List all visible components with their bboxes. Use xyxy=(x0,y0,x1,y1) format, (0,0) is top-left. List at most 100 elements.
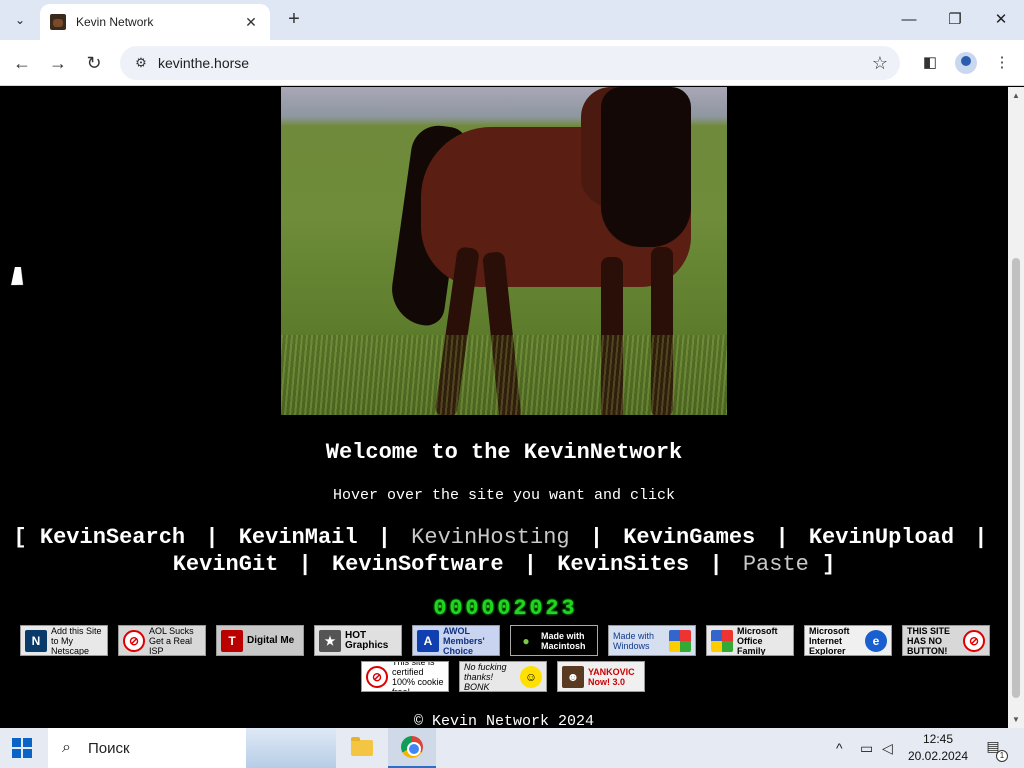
counter-digit: 2 xyxy=(513,596,527,621)
badge-digital-me[interactable]: T Digital Me xyxy=(216,625,304,656)
search-icon: ⌕ xyxy=(62,739,71,756)
network-icon[interactable]: ▭ xyxy=(860,728,873,768)
scroll-up-arrow-icon[interactable]: ▲ xyxy=(1012,91,1020,100)
tab-title: Kevin Network xyxy=(76,15,154,29)
horse-photo xyxy=(281,87,727,415)
tab-search-chevron-icon[interactable]: ⌄ xyxy=(8,8,32,32)
visitor-counter: 000002023 xyxy=(432,598,576,620)
tab-close-icon[interactable]: ✕ xyxy=(242,14,260,31)
hover-instruction: Hover over the site you want and click xyxy=(332,487,676,504)
badge-made-with-windows[interactable]: Made with Windows xyxy=(608,625,696,656)
search-highlight-image xyxy=(246,728,336,768)
apple-icon: ● xyxy=(515,629,537,652)
horse-favicon-icon xyxy=(50,14,66,30)
counter-digit: 0 xyxy=(481,596,495,621)
counter-digit: 0 xyxy=(433,596,447,621)
link-paste[interactable]: Paste xyxy=(743,552,809,577)
chrome-icon xyxy=(401,736,423,758)
badge-no-thanks[interactable]: No fucking thanks! BONK ☺ xyxy=(459,661,547,692)
windows-start-icon[interactable] xyxy=(12,738,32,758)
browser-toolbar: ← → ↻ ⚙ kevinthe.horse ☆ ◧ ⋮ xyxy=(0,40,1024,86)
badge-cookie-free[interactable]: ⊘ This site is certified 100% cookie fre… xyxy=(361,661,449,692)
counter-digit: 0 xyxy=(497,596,511,621)
page-scrollbar[interactable]: ▲ ▼ xyxy=(1008,87,1024,728)
clock-time: 12:45 xyxy=(922,732,954,746)
page-viewport: Welcome to the KevinNetwork Hover over t… xyxy=(0,87,1008,728)
badge-no-button[interactable]: THIS SITE HAS NO BUTTON! ⊘ xyxy=(902,625,990,656)
site-info-icon[interactable]: ⚙ xyxy=(126,55,156,71)
counter-digit: 0 xyxy=(449,596,463,621)
portrait-icon: ☻ xyxy=(562,665,584,688)
file-explorer-taskbar-button[interactable] xyxy=(338,728,386,768)
badge-awol[interactable]: A AWOL Members' Choice xyxy=(412,625,500,656)
welcome-heading: Welcome to the KevinNetwork xyxy=(325,440,683,465)
new-tab-button[interactable]: + xyxy=(282,8,306,32)
separator: | xyxy=(298,552,312,577)
tray-chevron-icon[interactable]: ^ xyxy=(836,728,843,768)
link-kevinmail[interactable]: KevinMail xyxy=(239,525,358,550)
browser-tab-strip: ⌄ Kevin Network ✕ + — ❐ ✕ xyxy=(0,0,1024,40)
notification-count-badge: 1 xyxy=(996,750,1008,762)
badge-netscape[interactable]: N Add this Site to My Netscape xyxy=(20,625,108,656)
separator: | xyxy=(974,525,988,550)
taskbar-search-placeholder: Поиск xyxy=(88,739,130,757)
badge-microsoft-office[interactable]: Microsoft Office Family xyxy=(706,625,794,656)
badge-made-with-macintosh[interactable]: ● Made with Macintosh xyxy=(510,625,598,656)
windows-taskbar: ⌕ Поиск ^ ▭ ◁ 12:45 20.02.2024 ▤ 1 xyxy=(0,728,1024,768)
reload-icon[interactable]: ↻ xyxy=(82,51,106,75)
url-text[interactable]: kevinthe.horse xyxy=(158,55,866,71)
counter-digit: 0 xyxy=(465,596,479,621)
gimp-icon: ★ xyxy=(319,629,341,652)
window-restore-button[interactable]: ❐ xyxy=(940,8,970,32)
separator: | xyxy=(589,525,604,550)
bracket-open: [ xyxy=(13,525,27,550)
no-cookie-icon: ⊘ xyxy=(366,665,388,688)
ie-logo-icon: e xyxy=(865,629,887,652)
tab-kevin-network[interactable]: Kevin Network ✕ xyxy=(40,4,270,40)
awol-icon: A xyxy=(417,629,439,652)
separator: | xyxy=(205,525,219,550)
menu-kebab-icon[interactable]: ⋮ xyxy=(990,51,1014,75)
taskbar-clock[interactable]: 12:45 20.02.2024 xyxy=(900,731,976,765)
web-badges-row-1: N Add this Site to My Netscape ⊘ AOL Suc… xyxy=(20,625,990,656)
bookmark-star-icon[interactable]: ☆ xyxy=(866,53,894,74)
smiley-icon: ☺ xyxy=(520,665,542,688)
netscape-icon: N xyxy=(25,629,47,652)
profile-avatar-icon[interactable] xyxy=(954,51,978,75)
folder-icon xyxy=(351,737,373,756)
no-sign-icon: ⊘ xyxy=(123,629,145,652)
the-icon: T xyxy=(221,629,243,652)
link-kevinupload[interactable]: KevinUpload xyxy=(809,525,954,550)
badge-yankovic-now[interactable]: ☻ YANKOVIC Now! 3.0 xyxy=(557,661,645,692)
copyright-footer: © Kevin Network 2024 xyxy=(413,713,595,728)
link-kevinhosting[interactable]: KevinHosting xyxy=(411,525,569,550)
link-kevinsoftware[interactable]: KevinSoftware xyxy=(332,552,504,577)
scroll-down-arrow-icon[interactable]: ▼ xyxy=(1012,715,1020,724)
separator: | xyxy=(775,525,789,550)
taskbar-search-box[interactable]: ⌕ Поиск xyxy=(48,728,336,768)
kevin-services-nav: [ KevinSearch | KevinMail | KevinHosting… xyxy=(0,524,1008,578)
counter-digit: 2 xyxy=(545,596,559,621)
volume-muted-icon[interactable]: ◁ xyxy=(882,728,893,768)
badge-aol-sucks[interactable]: ⊘ AOL Sucks Get a Real ISP xyxy=(118,625,206,656)
chrome-taskbar-button[interactable] xyxy=(388,728,436,768)
window-minimize-button[interactable]: — xyxy=(894,8,924,32)
link-kevinsites[interactable]: KevinSites xyxy=(557,552,689,577)
counter-digit: 3 xyxy=(561,596,575,621)
window-close-button[interactable]: ✕ xyxy=(986,8,1016,32)
notification-center-icon[interactable]: ▤ 1 xyxy=(982,738,1008,762)
link-kevinsearch[interactable]: KevinSearch xyxy=(40,525,185,550)
badge-hot-graphics[interactable]: ★ HOT Graphics xyxy=(314,625,402,656)
link-kevingit[interactable]: KevinGit xyxy=(173,552,279,577)
counter-digit: 0 xyxy=(529,596,543,621)
link-kevingames[interactable]: KevinGames xyxy=(623,525,755,550)
badge-internet-explorer[interactable]: Microsoft Internet Explorer e xyxy=(804,625,892,656)
address-bar[interactable]: ⚙ kevinthe.horse ☆ xyxy=(120,46,900,80)
clock-date: 20.02.2024 xyxy=(907,749,969,763)
scroll-thumb[interactable] xyxy=(1012,258,1020,698)
windows-logo-icon xyxy=(669,629,691,652)
back-arrow-icon[interactable]: ← xyxy=(10,51,34,75)
forward-arrow-icon[interactable]: → xyxy=(46,51,70,75)
side-panel-icon[interactable]: ◧ xyxy=(918,51,942,75)
separator: | xyxy=(709,552,723,577)
